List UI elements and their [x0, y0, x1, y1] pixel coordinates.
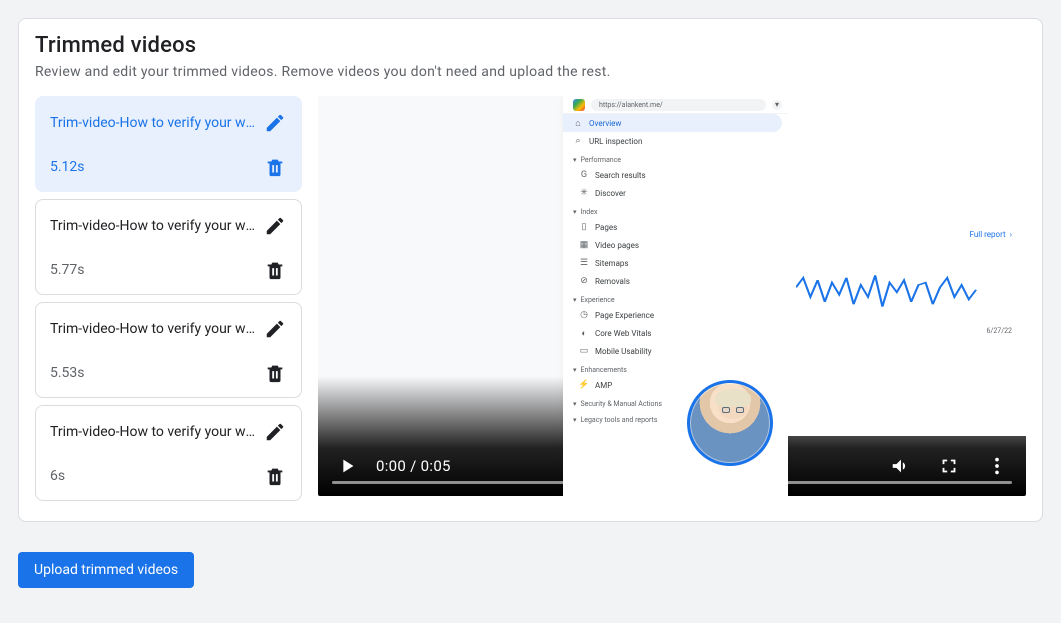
nav-item-label: Removals	[595, 277, 630, 286]
clip-duration: 6s	[50, 468, 65, 484]
clip-name: Trim-video-How to verify your we…	[50, 218, 255, 234]
clip-name: Trim-video-How to verify your we…	[50, 424, 255, 440]
clip-card[interactable]: Trim-video-How to verify your we… 5.12s	[35, 96, 302, 192]
panel-subtitle: Review and edit your trimmed videos. Rem…	[35, 64, 1026, 80]
nav-item-label: Discover	[595, 189, 626, 198]
gsc-nav-item: ✳ Discover	[563, 184, 788, 202]
gsc-nav-item: ◐ Core Web Vitals	[563, 324, 788, 342]
gsc-logo-icon	[573, 99, 585, 111]
nav-item-icon: ⊘	[579, 276, 589, 286]
video-controls: 0:00 / 0:05	[318, 442, 1026, 496]
chevron-right-icon: ›	[1010, 230, 1012, 239]
clip-duration: 5.77s	[50, 262, 85, 278]
gsc-nav-item: ⌕ URL inspection	[563, 132, 788, 150]
gsc-nav-item: ▭ Mobile Usability	[563, 342, 788, 360]
trash-icon[interactable]	[263, 155, 287, 179]
fullscreen-icon[interactable]	[938, 455, 960, 477]
nav-item-icon: ⌂	[573, 118, 583, 128]
nav-item-icon: ◐	[579, 328, 589, 338]
pencil-icon[interactable]	[263, 214, 287, 238]
content-row: Trim-video-How to verify your we…5.12sTr…	[35, 96, 1026, 501]
nav-item-icon: G	[579, 170, 589, 180]
nav-item-label: Mobile Usability	[595, 347, 652, 356]
nav-item-icon: ◷	[579, 310, 589, 320]
trimmed-videos-panel: Trimmed videos Review and edit your trim…	[18, 18, 1043, 522]
gsc-nav-item: ☰ Sitemaps	[563, 254, 788, 272]
caret-down-icon: ▾	[772, 100, 782, 110]
clip-card[interactable]: Trim-video-How to verify your we… 5.53s	[35, 302, 302, 398]
clip-card[interactable]: Trim-video-How to verify your we… 5.77s	[35, 199, 302, 295]
nav-item-label: AMP	[595, 381, 612, 390]
chart-line-icon	[796, 261, 1012, 321]
gsc-nav-item: ⌂ Overview	[563, 114, 782, 132]
full-report-link: Full report›	[796, 230, 1012, 239]
nav-item-label: Core Web Vitals	[595, 329, 651, 338]
panel-title: Trimmed videos	[35, 33, 1026, 58]
nav-item-label: Pages	[595, 223, 617, 232]
gsc-section-header: Enhancements	[563, 360, 788, 376]
nav-item-label: Video pages	[595, 241, 639, 250]
clip-card[interactable]: Trim-video-How to verify your we… 6s	[35, 405, 302, 501]
pencil-icon[interactable]	[263, 111, 287, 135]
volume-icon[interactable]	[890, 455, 912, 477]
gsc-nav-item: ◷ Page Experience	[563, 306, 788, 324]
nav-item-label: Search results	[595, 171, 646, 180]
trash-icon[interactable]	[263, 361, 287, 385]
nav-item-icon: ⚡	[579, 380, 589, 390]
nav-item-icon: ✳	[579, 188, 589, 198]
nav-item-label: Page Experience	[595, 311, 654, 320]
play-icon[interactable]	[336, 455, 358, 477]
playback-time: 0:00 / 0:05	[376, 457, 451, 475]
gsc-section-header: Performance	[563, 150, 788, 166]
nav-item-icon: ▭	[579, 346, 589, 356]
clip-duration: 5.12s	[50, 159, 85, 175]
nav-item-icon: ☰	[579, 258, 589, 268]
gsc-nav-item: ▯ Pages	[563, 218, 788, 236]
clip-name: Trim-video-How to verify your we…	[50, 321, 255, 337]
seek-track[interactable]	[332, 481, 1012, 484]
trash-icon[interactable]	[263, 464, 287, 488]
nav-item-label: URL inspection	[589, 137, 642, 146]
nav-item-icon: ▯	[579, 222, 589, 232]
more-icon[interactable]	[986, 455, 1008, 477]
nav-item-icon: ⌕	[573, 136, 583, 146]
nav-item-icon: ▦	[579, 240, 589, 250]
gsc-topbar: https://alankent.me/ ▾	[563, 96, 788, 114]
clip-duration: 5.53s	[50, 365, 85, 381]
nav-item-label: Sitemaps	[595, 259, 629, 268]
gsc-section-header: Experience	[563, 290, 788, 306]
gsc-section-header: Index	[563, 202, 788, 218]
chart-date-tick: 6/27/22	[796, 327, 1012, 335]
gsc-property-url: https://alankent.me/	[591, 99, 766, 111]
upload-trimmed-button[interactable]: Upload trimmed videos	[18, 552, 194, 588]
gsc-nav-item: ⊘ Removals	[563, 272, 788, 290]
video-preview[interactable]: https://alankent.me/ ▾ ⌂ Overview ⌕ URL ins…	[318, 96, 1026, 496]
trash-icon[interactable]	[263, 258, 287, 282]
video-frame-report: Full report› 6/27/22	[788, 96, 1026, 436]
gsc-nav-item: ▦ Video pages	[563, 236, 788, 254]
pencil-icon[interactable]	[263, 420, 287, 444]
pencil-icon[interactable]	[263, 317, 287, 341]
gsc-nav-item: G Search results	[563, 166, 788, 184]
clip-name: Trim-video-How to verify your we…	[50, 115, 255, 131]
clip-list: Trim-video-How to verify your we…5.12sTr…	[35, 96, 302, 501]
nav-item-label: Overview	[589, 119, 621, 128]
